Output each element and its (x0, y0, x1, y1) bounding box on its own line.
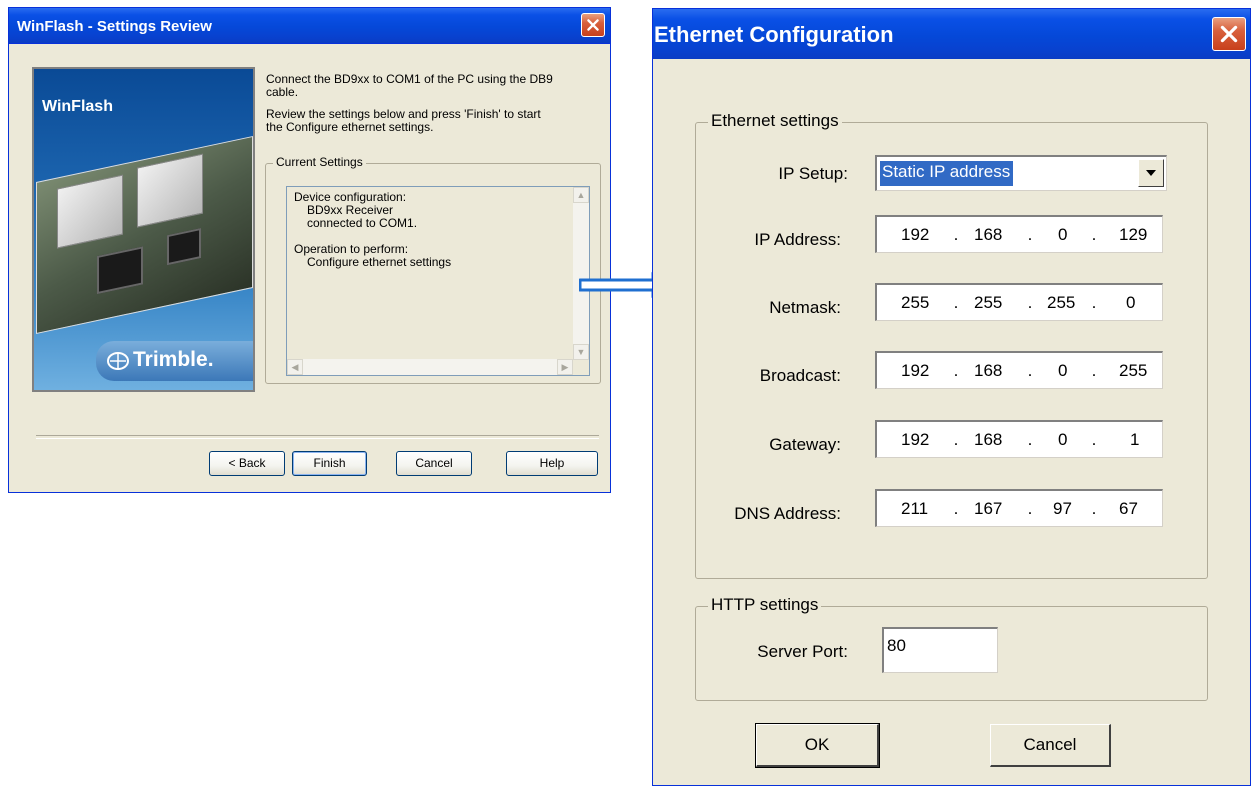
ok-button[interactable]: OK (755, 723, 880, 768)
help-button[interactable]: Help (506, 451, 598, 476)
server-port-input[interactable]: 80 (882, 627, 998, 673)
settings-line: Device configuration: (294, 190, 407, 204)
window-title: WinFlash - Settings Review (17, 18, 212, 35)
ip-octet: 192 (901, 225, 930, 244)
ethernet-settings-label: Ethernet settings (708, 111, 842, 131)
wizard-image: WinFlash Trimble. (32, 67, 255, 392)
gateway-field[interactable]: 192 . 168 . 0 . 1 (875, 420, 1163, 458)
ip-octet: 211 (901, 499, 929, 518)
ip-octet: 192 (901, 361, 930, 380)
settings-line: connected to COM1. (307, 216, 418, 230)
ip-octet: 0 (1058, 361, 1068, 380)
ip-octet: 192 (901, 430, 930, 449)
window-title: Ethernet Configuration (654, 22, 894, 47)
instruction-line: the Configure ethernet settings. (266, 120, 434, 134)
logo-title: WinFlash (42, 98, 113, 115)
ethernet-configuration-window: Ethernet Configuration Ethernet settings… (652, 8, 1251, 786)
separator (36, 435, 599, 439)
ip-octet: 255 (1119, 361, 1148, 380)
cancel-button[interactable]: Cancel (990, 724, 1111, 767)
ip-octet: 255 (901, 293, 930, 312)
ip-octet: 0 (1058, 430, 1068, 449)
instruction-line: Connect the BD9xx to COM1 of the PC usin… (266, 72, 553, 86)
settings-review-window: WinFlash - Settings Review WinFlash Trim… (8, 7, 611, 493)
current-settings-label: Current Settings (273, 155, 366, 169)
dns-address-label: DNS Address: (734, 504, 841, 523)
brand-logo: Trimble. (96, 341, 253, 381)
dns-address-field[interactable]: 211 . 167 . 97 . 67 (875, 489, 1163, 527)
ip-octet: 97 (1053, 499, 1072, 518)
dropdown-button[interactable] (1138, 159, 1164, 187)
scroll-up-icon[interactable]: ▲ (573, 187, 589, 203)
ip-octet: 1 (1130, 430, 1140, 449)
ip-octet: 129 (1119, 225, 1148, 244)
ip-octet: 0 (1058, 225, 1068, 244)
title-bar[interactable]: Ethernet Configuration (653, 9, 1250, 59)
instruction-line: cable. (266, 85, 299, 99)
ip-octet: 167 (974, 499, 1003, 518)
instruction-line: Review the settings below and press 'Fin… (266, 107, 541, 121)
scroll-down-icon[interactable]: ▼ (573, 344, 589, 360)
settings-line: BD9xx Receiver (307, 203, 394, 217)
brand-name: Trimble. (133, 348, 214, 371)
scroll-left-icon[interactable]: ◀ (287, 359, 303, 375)
ip-octet: 255 (1047, 293, 1076, 312)
ip-octet: 168 (974, 225, 1003, 244)
settings-text-area[interactable]: Device configuration: BD9xx Receiver con… (286, 186, 590, 376)
finish-button[interactable]: Finish (292, 451, 367, 476)
close-button[interactable] (581, 13, 605, 37)
trimble-globe-icon (107, 352, 129, 370)
ip-octet: 0 (1126, 293, 1136, 312)
title-bar[interactable]: WinFlash - Settings Review (9, 8, 610, 44)
ip-address-label: IP Address: (754, 230, 841, 249)
ip-setup-dropdown[interactable]: Static IP address (875, 155, 1167, 191)
server-port-label: Server Port: (757, 642, 848, 661)
close-button[interactable] (1212, 17, 1246, 51)
chevron-down-icon (1146, 170, 1156, 176)
ip-setup-value: Static IP address (880, 161, 1014, 186)
gateway-label: Gateway: (769, 435, 841, 454)
ip-octet: 168 (974, 430, 1003, 449)
ip-address-field[interactable]: 192 . 168 . 0 . 129 (875, 215, 1163, 253)
scroll-right-icon[interactable]: ▶ (557, 359, 573, 375)
cancel-button[interactable]: Cancel (396, 451, 472, 476)
ip-octet: 255 (974, 293, 1003, 312)
circuit-board-image (36, 135, 253, 335)
broadcast-label: Broadcast: (759, 366, 841, 385)
back-button[interactable]: < Back (209, 451, 285, 476)
settings-line: Configure ethernet settings (307, 255, 452, 269)
settings-line: Operation to perform: (294, 242, 409, 256)
ip-octet: 168 (974, 361, 1003, 380)
ip-setup-label: IP Setup: (778, 164, 848, 183)
close-icon (1220, 25, 1238, 43)
close-icon (587, 19, 599, 31)
http-settings-label: HTTP settings (708, 595, 822, 615)
ip-octet: 67 (1119, 499, 1138, 518)
horizontal-scrollbar[interactable]: ◀ ▶ (287, 359, 573, 375)
netmask-label: Netmask: (769, 298, 841, 317)
netmask-field[interactable]: 255 . 255 . 255 . 0 (875, 283, 1163, 321)
broadcast-field[interactable]: 192 . 168 . 0 . 255 (875, 351, 1163, 389)
